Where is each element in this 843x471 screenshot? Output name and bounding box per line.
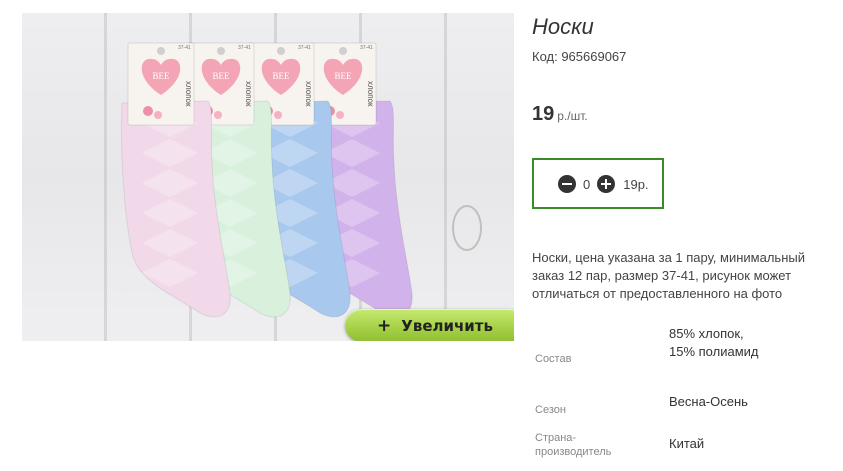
property-label: Сезон bbox=[535, 404, 566, 416]
tag-text: хлопок bbox=[366, 81, 375, 107]
socks-image: BEE хлопок 37-41 BEE хлопок 37-41 BEE хлопок 37-… bbox=[120, 42, 482, 318]
price-value: 19 bbox=[532, 103, 555, 125]
quantity-selector: 0 19р. bbox=[532, 158, 664, 209]
tag-text: хлопок bbox=[184, 81, 193, 107]
wood-knot bbox=[452, 205, 482, 251]
product-photo[interactable]: BEE хлопок 37-41 BEE хлопок 37-41 BEE хлопок 37-… bbox=[22, 13, 514, 341]
property-value: Китай bbox=[669, 436, 705, 451]
tag-brand: BEE bbox=[335, 71, 353, 81]
zoom-button-label: Увеличить bbox=[401, 316, 493, 335]
product-title: Носки bbox=[532, 14, 594, 39]
tag-size: 37-41 bbox=[178, 45, 191, 51]
property-label: Страна-производитель bbox=[535, 432, 612, 458]
tag-text: хлопок bbox=[244, 81, 253, 107]
property-value: Весна-Осень bbox=[669, 394, 748, 409]
plus-circle-icon[interactable] bbox=[597, 175, 616, 193]
tag-brand: BEE bbox=[153, 71, 171, 81]
product-code: Код: 965669067 bbox=[532, 49, 627, 64]
tag-text: хлопок bbox=[304, 81, 313, 107]
price-unit: р./шт. bbox=[557, 109, 588, 123]
property-label: Состав bbox=[535, 353, 572, 365]
tag-brand: BEE bbox=[213, 71, 231, 81]
product-description: Носки, цена указана за 1 пару, минимальн… bbox=[532, 250, 805, 301]
quantity-value: 0 bbox=[583, 176, 591, 192]
quantity-total: 19р. bbox=[623, 176, 649, 192]
minus-circle-icon[interactable] bbox=[558, 175, 576, 193]
tag-size: 37-41 bbox=[238, 45, 251, 51]
tag-size: 37-41 bbox=[298, 45, 311, 51]
product-price: 19 р./шт. bbox=[532, 103, 588, 126]
tag-brand: BEE bbox=[273, 71, 291, 81]
tag-size: 37-41 bbox=[360, 45, 373, 51]
property-value: 85% хлопок, 15% полиамид bbox=[669, 326, 759, 359]
zoom-button[interactable]: + Увеличить bbox=[345, 309, 514, 341]
plus-icon: + bbox=[377, 315, 392, 336]
